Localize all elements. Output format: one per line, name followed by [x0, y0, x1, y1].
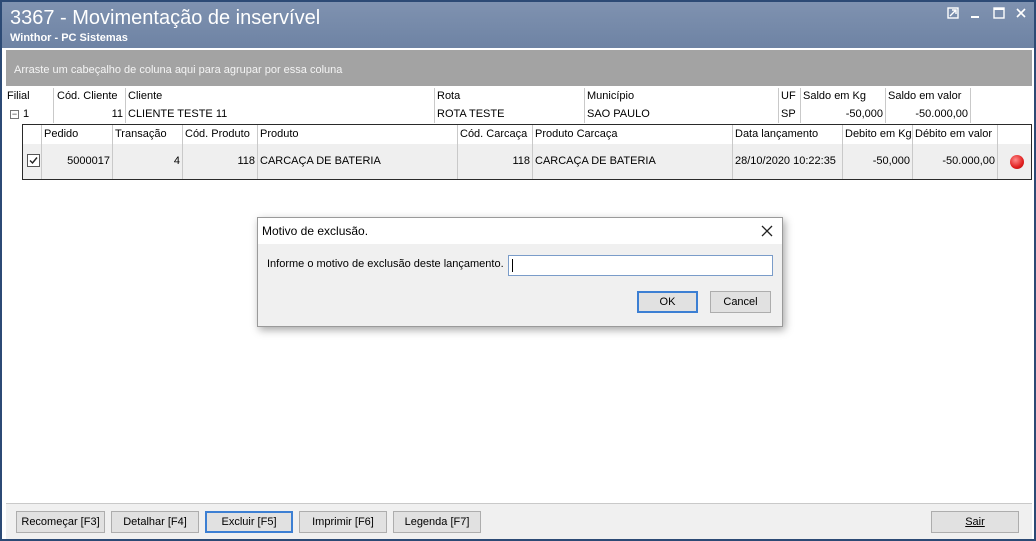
group-by-hint: Arraste um cabeçalho de coluna aqui para…	[14, 64, 343, 76]
cell-filial[interactable]: 1	[23, 108, 29, 120]
group-by-panel[interactable]: Arraste um cabeçalho de coluna aqui para…	[6, 50, 1032, 86]
col-header-cod-carcaca[interactable]: Cód. Carcaça	[460, 128, 527, 140]
cell-uf[interactable]: SP	[781, 108, 796, 120]
cell-cod-produto[interactable]: 118	[185, 155, 255, 167]
row-select-checkbox[interactable]	[27, 154, 40, 167]
sair-button[interactable]: Sair	[931, 511, 1019, 533]
grid-divider	[53, 88, 54, 123]
detalhar-button[interactable]: Detalhar [F4]	[111, 511, 199, 533]
grid-divider	[41, 125, 42, 179]
exclusion-reason-dialog: Motivo de exclusão. Informe o motivo de …	[257, 217, 783, 327]
grid-divider	[257, 125, 258, 179]
status-indicator-icon[interactable]	[1010, 155, 1024, 169]
col-header-municipio[interactable]: Município	[587, 90, 634, 102]
main-window: 3367 - Movimentação de inservível Wintho…	[0, 0, 1036, 541]
col-header-cliente[interactable]: Cliente	[128, 90, 162, 102]
col-header-data-lancamento[interactable]: Data lançamento	[735, 128, 818, 140]
col-header-debito-valor[interactable]: Débito em valor	[915, 128, 992, 140]
ok-button[interactable]: OK	[637, 291, 698, 313]
cell-transacao[interactable]: 4	[115, 155, 180, 167]
grid-divider	[842, 125, 843, 179]
detail-grid: Pedido Transação Cód. Produto Produto Có…	[22, 124, 1032, 180]
imprimir-button[interactable]: Imprimir [F6]	[299, 511, 387, 533]
col-header-cod-produto[interactable]: Cód. Produto	[185, 128, 250, 140]
text-caret	[512, 259, 513, 272]
cell-data-lancamento[interactable]: 28/10/2020 10:22:35	[735, 155, 836, 167]
cell-debito-valor[interactable]: -50.000,00	[915, 155, 995, 167]
title-bar: 3367 - Movimentação de inservível Wintho…	[2, 2, 1034, 48]
grid-divider	[970, 88, 971, 123]
legenda-button[interactable]: Legenda [F7]	[393, 511, 481, 533]
cell-cliente[interactable]: CLIENTE TESTE 11	[128, 108, 227, 120]
grid-divider	[732, 125, 733, 179]
grid-divider	[584, 88, 585, 123]
close-window-icon[interactable]	[1014, 7, 1028, 21]
maximize-icon[interactable]	[992, 7, 1006, 21]
grid-divider	[182, 125, 183, 179]
cell-cod-cliente[interactable]: 11	[57, 108, 123, 120]
col-header-produto[interactable]: Produto	[260, 128, 299, 140]
excluir-button[interactable]: Excluir [F5]	[205, 511, 293, 533]
recomecar-button[interactable]: Recomeçar [F3]	[16, 511, 105, 533]
col-header-rota[interactable]: Rota	[437, 90, 460, 102]
collapse-row-icon[interactable]: −	[10, 110, 19, 119]
col-header-cod-cliente[interactable]: Cód. Cliente	[57, 90, 118, 102]
cell-debito-kg[interactable]: -50,000	[845, 155, 910, 167]
col-header-pedido[interactable]: Pedido	[44, 128, 78, 140]
dialog-title: Motivo de exclusão.	[262, 224, 369, 238]
cell-produto[interactable]: CARCAÇA DE BATERIA	[260, 155, 381, 167]
grid-divider	[112, 125, 113, 179]
grid-divider	[457, 125, 458, 179]
col-header-produto-carcaca[interactable]: Produto Carcaça	[535, 128, 618, 140]
dialog-close-icon[interactable]	[760, 220, 774, 242]
grid-divider	[997, 125, 998, 179]
col-header-saldo-kg[interactable]: Saldo em Kg	[803, 90, 866, 102]
cancel-button[interactable]: Cancel	[710, 291, 771, 313]
grid-divider	[912, 125, 913, 179]
cell-saldo-kg[interactable]: -50,000	[803, 108, 883, 120]
window-subtitle: Winthor - PC Sistemas	[10, 32, 128, 44]
dialog-title-bar: Motivo de exclusão.	[258, 218, 782, 244]
col-header-debito-kg[interactable]: Debito em Kg	[845, 128, 912, 140]
reason-label: Informe o motivo de exclusão deste lança…	[267, 258, 504, 270]
col-header-transacao[interactable]: Transação	[115, 128, 167, 140]
cell-cod-carcaca[interactable]: 118	[460, 155, 530, 167]
cell-rota[interactable]: ROTA TESTE	[437, 108, 504, 120]
grid-divider	[800, 88, 801, 123]
grid-divider	[125, 88, 126, 123]
footer-toolbar: Recomeçar [F3] Detalhar [F4] Excluir [F5…	[6, 503, 1032, 539]
restore-small-icon[interactable]	[946, 7, 960, 21]
cell-municipio[interactable]: SAO PAULO	[587, 108, 650, 120]
reason-input[interactable]	[508, 255, 773, 276]
cell-produto-carcaca[interactable]: CARCAÇA DE BATERIA	[535, 155, 656, 167]
minimize-icon[interactable]	[968, 7, 982, 21]
cell-saldo-valor[interactable]: -50.000,00	[888, 108, 968, 120]
col-header-filial[interactable]: Filial	[7, 90, 30, 102]
grid-divider	[532, 125, 533, 179]
grid-divider	[434, 88, 435, 123]
cell-pedido[interactable]: 5000017	[44, 155, 110, 167]
grid-divider	[885, 88, 886, 123]
col-header-saldo-valor[interactable]: Saldo em valor	[888, 90, 961, 102]
grid-divider	[778, 88, 779, 123]
window-title: 3367 - Movimentação de inservível	[10, 7, 321, 29]
col-header-uf[interactable]: UF	[781, 90, 796, 102]
